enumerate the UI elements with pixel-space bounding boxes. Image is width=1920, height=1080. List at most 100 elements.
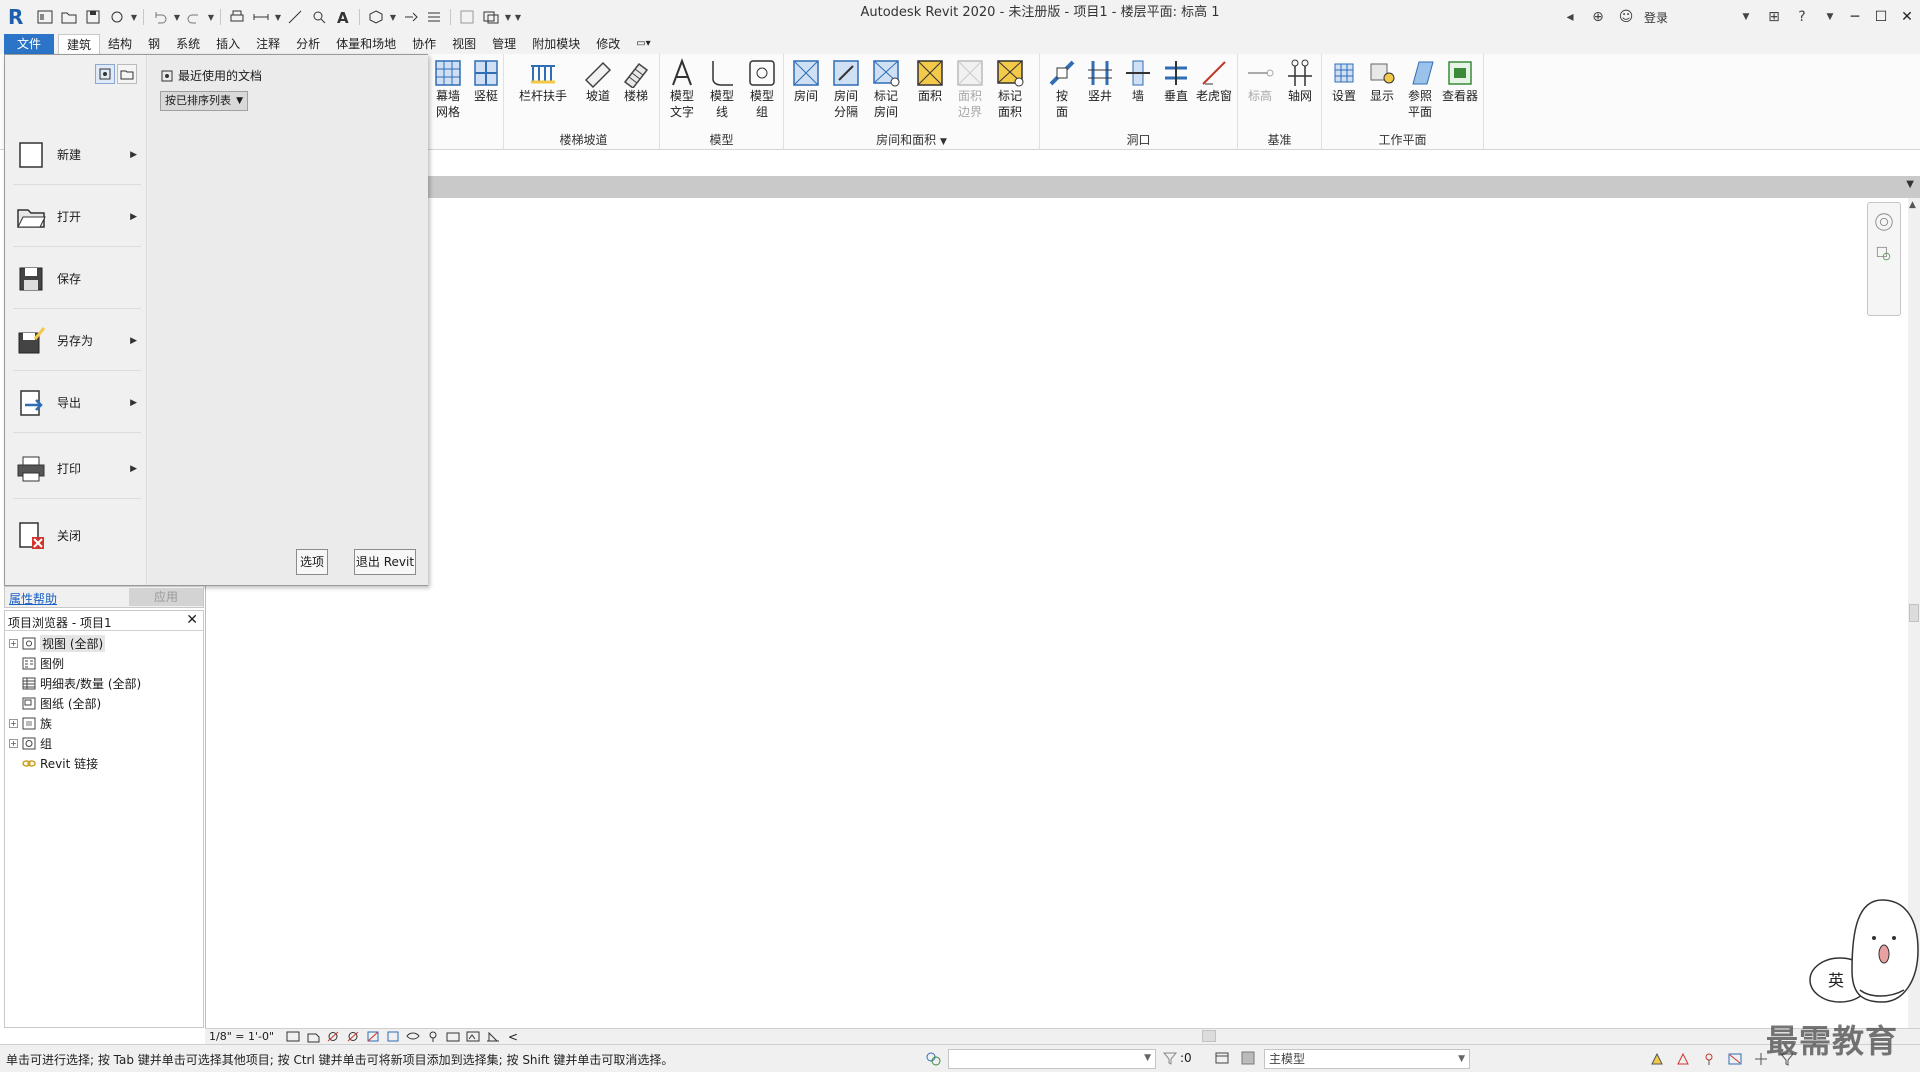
home-icon[interactable]	[34, 6, 56, 28]
stair-button[interactable]: 楼梯	[616, 58, 656, 104]
3d-view-icon[interactable]	[365, 6, 387, 28]
chevron-down-icon[interactable]: ▼	[130, 13, 138, 22]
close-window-button[interactable]: ✕	[1894, 0, 1920, 34]
save-icon[interactable]	[82, 6, 104, 28]
menu-close[interactable]: 关闭	[13, 505, 141, 565]
tree-item-views[interactable]: + 视图 (全部)	[9, 634, 106, 652]
sort-order-select[interactable]: 按已排序列表 ▼	[160, 91, 248, 111]
select-underlay-icon[interactable]	[1674, 1050, 1692, 1068]
model-text-button[interactable]: 模型 文字	[662, 58, 702, 120]
worksets-icon[interactable]	[924, 1050, 942, 1071]
mullion-button[interactable]: 竖梃	[466, 58, 506, 104]
cart-icon[interactable]: ⊞	[1764, 7, 1784, 27]
tab-manage[interactable]: 管理	[484, 34, 524, 54]
collapse-icon[interactable]: <	[505, 1030, 521, 1044]
model-line-button[interactable]: 模型 线	[702, 58, 742, 120]
open-documents-icon[interactable]	[117, 64, 137, 84]
menu-new[interactable]: 新建 ▶	[13, 125, 141, 185]
vertical-opening-button[interactable]: 垂直	[1156, 58, 1196, 104]
tab-systems[interactable]: 系统	[168, 34, 208, 54]
shaft-button[interactable]: 竖井	[1080, 58, 1120, 104]
curtain-grid-button[interactable]: 幕墙 网格	[428, 58, 468, 120]
section-icon[interactable]	[399, 6, 421, 28]
chevron-down-icon[interactable]: ▼	[207, 13, 215, 22]
user-icon[interactable]: ☺	[1616, 7, 1636, 27]
design-option-select[interactable]: 主模型 ▼	[1264, 1049, 1470, 1069]
print-icon[interactable]	[226, 6, 248, 28]
tag-area-button[interactable]: 标记 面积	[990, 58, 1030, 120]
grid-button[interactable]: 轴网	[1280, 58, 1320, 104]
reveal-hidden-icon[interactable]	[425, 1030, 441, 1043]
area-button[interactable]: 面积	[910, 58, 950, 104]
chevron-down-icon[interactable]: ▼	[1736, 7, 1756, 27]
railing-button[interactable]: 栏杆扶手	[518, 58, 568, 104]
menu-save[interactable]: 保存	[13, 249, 141, 309]
menu-export[interactable]: 导出 ▶	[13, 373, 141, 433]
set-work-plane-button[interactable]: 设置	[1324, 58, 1364, 104]
zoom-icon[interactable]	[1872, 241, 1896, 267]
model-group-button[interactable]: 模型 组	[742, 58, 782, 120]
measure-icon[interactable]	[250, 6, 272, 28]
steering-wheel-icon[interactable]	[1872, 209, 1896, 235]
chevron-down-icon[interactable]: ▼	[389, 13, 397, 22]
room-area-panel-label[interactable]: 房间和面积 ▼	[784, 131, 1039, 148]
customize-qat-icon[interactable]: ▼	[514, 13, 522, 22]
select-by-face-icon[interactable]	[1726, 1050, 1744, 1068]
wall-opening-button[interactable]: 墙	[1118, 58, 1158, 104]
switch-windows-icon[interactable]	[480, 6, 502, 28]
tab-massing-site[interactable]: 体量和场地	[328, 34, 404, 54]
expand-icon[interactable]: +	[9, 718, 18, 728]
chevron-down-icon[interactable]: ▼	[1820, 7, 1840, 27]
scroll-thumb[interactable]	[1909, 604, 1919, 622]
tab-view[interactable]: 视图	[444, 34, 484, 54]
drawing-canvas[interactable]	[205, 198, 1920, 1028]
view-scale[interactable]: 1/8" = 1'-0"	[209, 1030, 274, 1043]
shadows-icon[interactable]	[345, 1030, 361, 1043]
tree-item-schedules[interactable]: 明细表/数量 (全部)	[9, 674, 141, 692]
design-options-icon[interactable]	[1240, 1050, 1256, 1069]
tab-file[interactable]: 文件	[4, 34, 55, 54]
sync-icon[interactable]	[106, 6, 128, 28]
area-boundary-button[interactable]: 面积 边界	[950, 58, 990, 120]
options-button[interactable]: 选项	[296, 549, 328, 575]
by-face-button[interactable]: 按 面	[1042, 58, 1082, 120]
visual-style-icon[interactable]	[305, 1030, 321, 1043]
tab-collaborate[interactable]: 协作	[404, 34, 444, 54]
editing-requests-icon[interactable]	[1214, 1050, 1230, 1069]
temporary-hide-icon[interactable]	[405, 1030, 421, 1043]
close-icon[interactable]: ✕	[186, 612, 198, 628]
show-crop-icon[interactable]	[385, 1030, 401, 1043]
binoculars-icon[interactable]: ⊕	[1588, 7, 1608, 27]
ramp-button[interactable]: 坡道	[578, 58, 618, 104]
apply-button[interactable]: 应用	[129, 588, 203, 606]
reference-plane-button[interactable]: 参照 平面	[1400, 58, 1440, 120]
workset-select[interactable]: ▼	[948, 1049, 1156, 1069]
tree-item-legends[interactable]: 图例	[9, 654, 64, 672]
tab-structure[interactable]: 结构	[100, 34, 140, 54]
tag-icon[interactable]	[308, 6, 330, 28]
level-button[interactable]: 标高	[1240, 58, 1280, 104]
temporary-view-icon[interactable]	[445, 1030, 461, 1043]
tab-addins[interactable]: 附加模块	[524, 34, 588, 54]
expand-icon[interactable]: +	[9, 738, 18, 748]
chevron-down-icon[interactable]: ▼	[1906, 179, 1914, 190]
revit-logo-icon[interactable]: R	[8, 6, 26, 28]
tab-architecture[interactable]: 建筑	[58, 34, 101, 54]
sign-in-link[interactable]: 登录	[1644, 9, 1668, 26]
crop-view-icon[interactable]	[365, 1030, 381, 1043]
open-icon[interactable]	[58, 6, 80, 28]
undo-icon[interactable]	[149, 6, 171, 28]
detail-level-icon[interactable]	[285, 1030, 301, 1043]
tab-steel[interactable]: 钢	[140, 34, 168, 54]
tab-analyze[interactable]: 分析	[288, 34, 328, 54]
chevron-down-icon[interactable]: ▼	[504, 13, 512, 22]
chevron-left-icon[interactable]: ◂	[1560, 7, 1580, 27]
scroll-up-icon[interactable]: ▲	[1909, 200, 1916, 210]
tab-annotate[interactable]: 注释	[248, 34, 288, 54]
maximize-button[interactable]: ☐	[1868, 0, 1894, 34]
tree-item-groups[interactable]: + 组	[9, 734, 52, 752]
thin-lines-icon[interactable]	[423, 6, 445, 28]
analytical-icon[interactable]	[485, 1030, 501, 1043]
redo-icon[interactable]	[183, 6, 205, 28]
tree-item-revit-links[interactable]: Revit 链接	[9, 754, 98, 772]
